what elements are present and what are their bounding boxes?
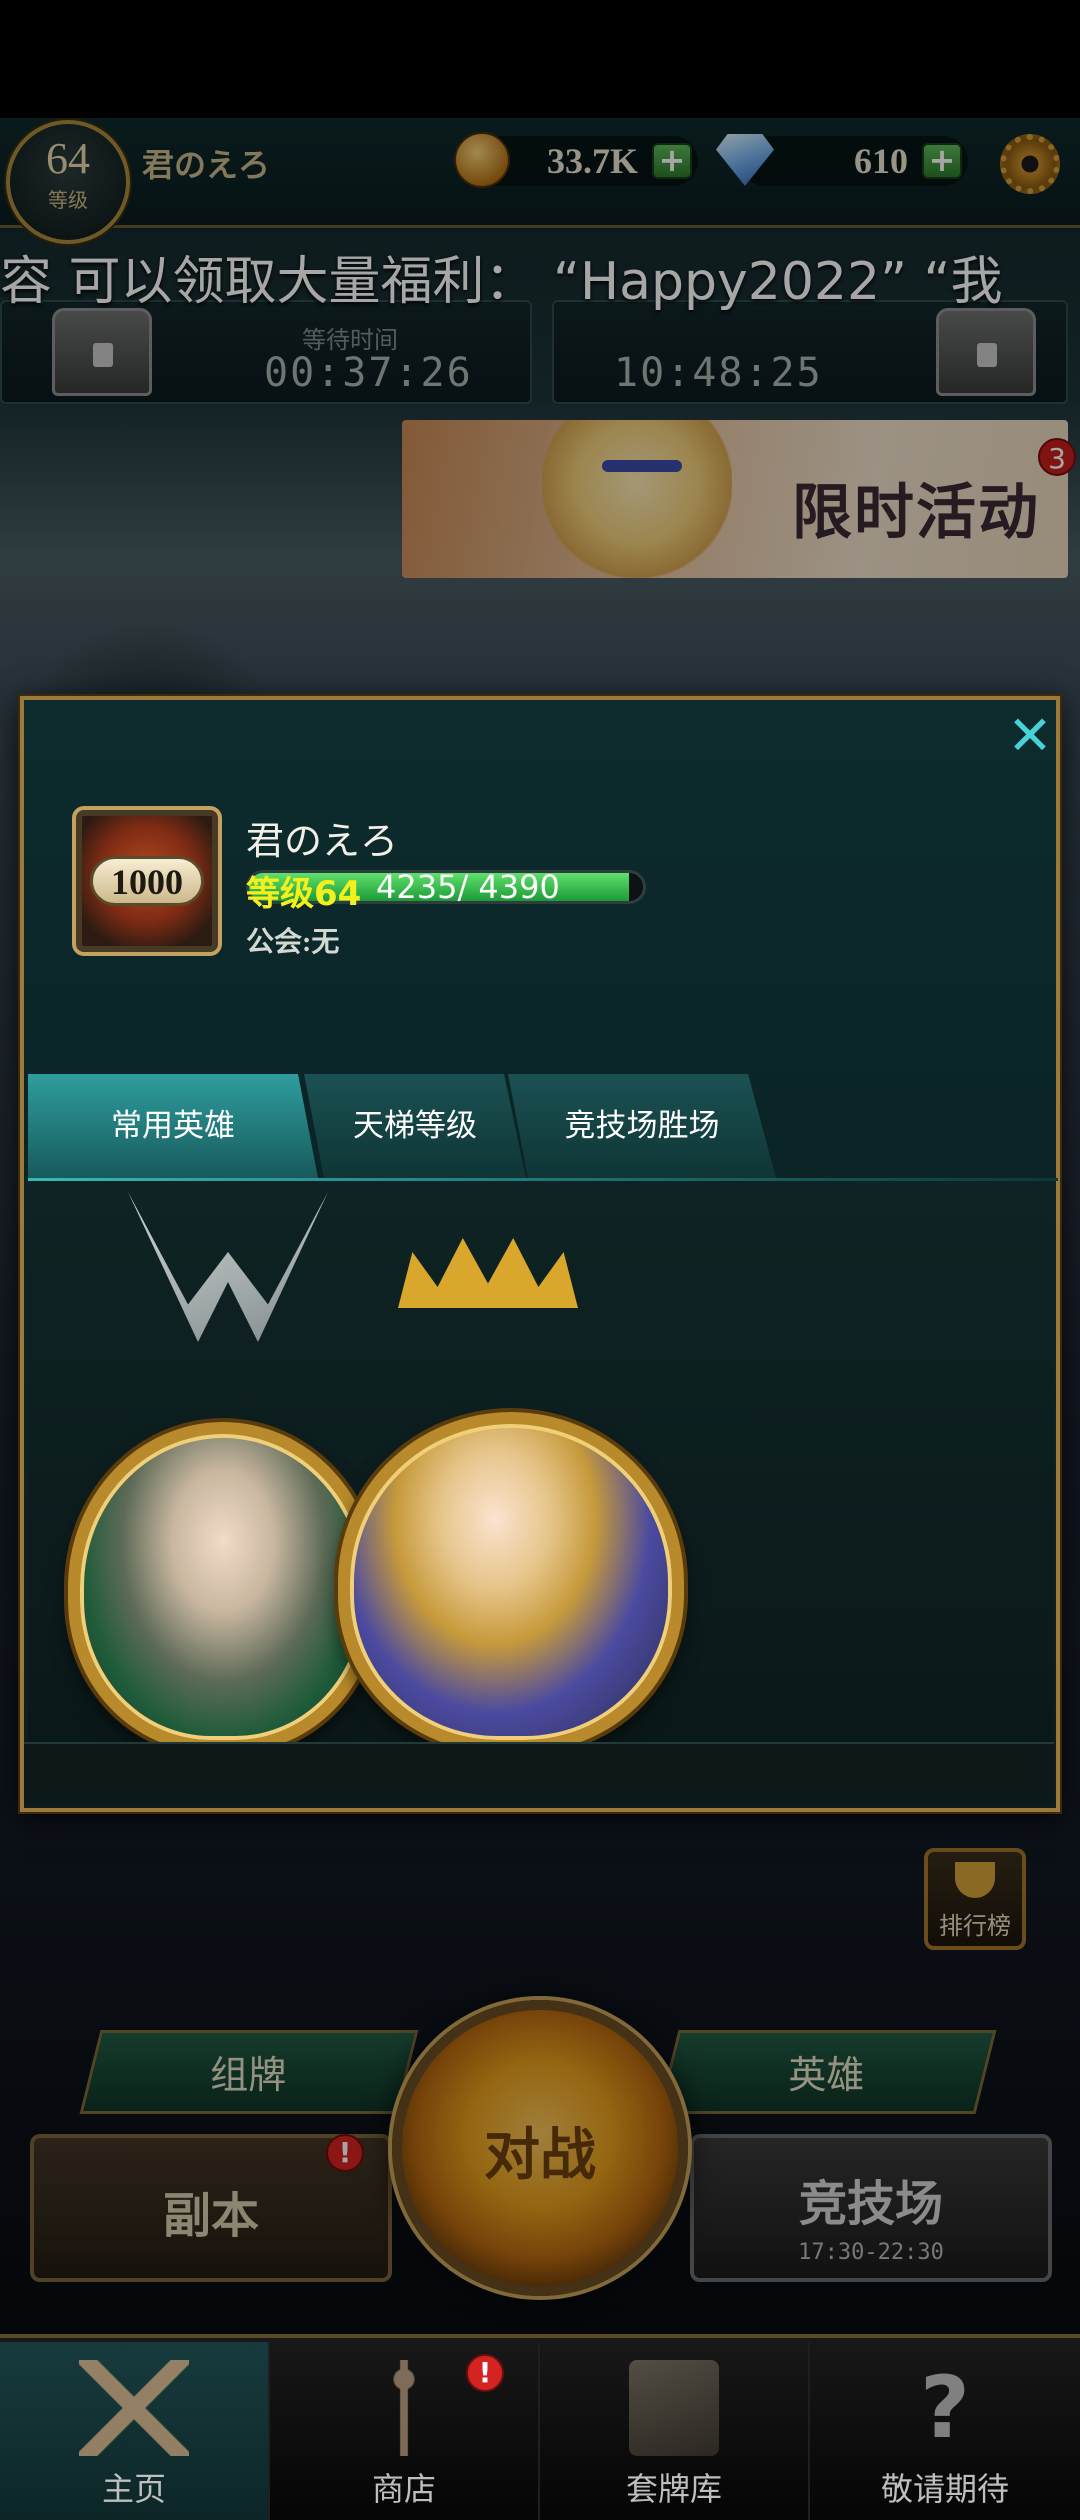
nav-deck-library[interactable]: 套牌库 [540, 2342, 810, 2520]
hero-helmet-wings [128, 1192, 328, 1342]
scales-icon [349, 2360, 459, 2456]
hero-crown [398, 1238, 578, 1308]
modal-footer [24, 1742, 1054, 1804]
tab-ladder-rank[interactable]: 天梯等级 [304, 1074, 526, 1178]
question-icon: ? [920, 2358, 970, 2458]
profile-tabs: 常用英雄 天梯等级 竞技场胜场 [28, 1074, 1058, 1181]
hero-portrait-valkyrie[interactable] [68, 1422, 378, 1752]
game-screen: 64 等级 君のえろ 33.7K + 610 + 等待时间 00:37:26 1… [0, 0, 1080, 2520]
bottom-nav: 主页 商店 套牌库 ? 敬请期待 [0, 2334, 1080, 2520]
nav-coming-soon-label: 敬请期待 [880, 2470, 1009, 2508]
rank-emblem: 1000 [72, 806, 222, 956]
shop-alert-badge: ! [466, 2354, 504, 2392]
nav-home[interactable]: 主页 [0, 2342, 270, 2520]
player-profile-modal: ✕ 1000 君のえろ 等级64 4235/ 4390 公会:无 常用英雄 天梯… [20, 696, 1060, 1812]
tab-underline [28, 1178, 1058, 1181]
profile-level-text: 等级64 [246, 874, 362, 914]
experience-text: 4235/ 4390 [376, 868, 560, 906]
nav-coming-soon[interactable]: ? 敬请期待 [810, 2342, 1080, 2520]
nav-home-label: 主页 [101, 2470, 166, 2508]
cards-icon [629, 2360, 719, 2456]
nav-shop-label: 商店 [371, 2470, 436, 2508]
hero-portrait-queen[interactable] [338, 1412, 684, 1752]
swords-icon [79, 2360, 189, 2456]
guild-text: 公会:无 [246, 927, 340, 958]
tab-arena-wins[interactable]: 竞技场胜场 [508, 1074, 776, 1178]
rank-score: 1000 [111, 862, 183, 902]
profile-player-name: 君のえろ [246, 819, 399, 863]
close-icon[interactable]: ✕ [1000, 708, 1060, 764]
nav-deck-library-label: 套牌库 [625, 2470, 722, 2508]
tab-favorite-heroes[interactable]: 常用英雄 [28, 1074, 318, 1178]
rank-plate: 1000 [90, 856, 204, 906]
favorite-heroes-panel [28, 1182, 1054, 1752]
